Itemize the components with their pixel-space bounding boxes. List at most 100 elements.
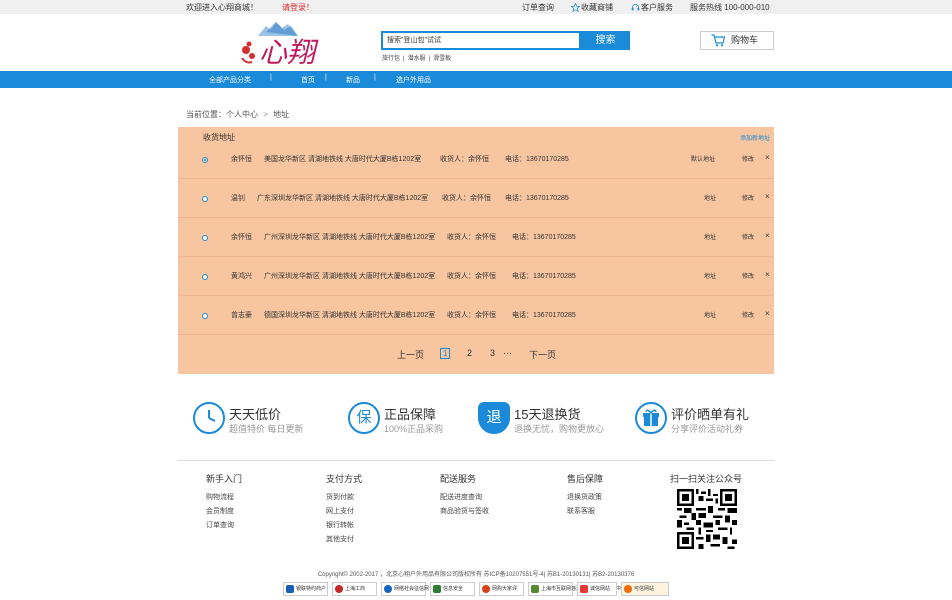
hot-keyword[interactable]: 滑雪板 [433, 56, 451, 62]
login-link[interactable]: 请登录！ [282, 2, 314, 13]
service-subtitle: 超值特价 每日更新 [229, 424, 304, 434]
delete-address-icon[interactable]: × [765, 192, 770, 201]
order-query-link[interactable]: 订单查询 [522, 2, 554, 13]
address-radio[interactable] [202, 157, 208, 163]
footer-link[interactable]: 配送进度查询 [440, 491, 489, 505]
address-type[interactable]: 地址 [704, 193, 716, 202]
footer-link[interactable]: 购物流程 [206, 491, 242, 505]
address-type[interactable]: 默认地址 [691, 154, 715, 163]
address-radio[interactable] [202, 313, 208, 319]
address-phone: 电话：13670170285 [505, 195, 569, 202]
footer-link[interactable]: 退换货政策 [567, 491, 603, 505]
report-icon [531, 585, 539, 593]
address-receiver: 收货人：余怀恒 [442, 195, 491, 202]
headset-icon [631, 4, 640, 11]
footer-col-title: 配送服务 [440, 474, 477, 484]
footer-link[interactable]: 联系客服 [567, 505, 603, 519]
address-radio[interactable] [202, 235, 208, 241]
badge-label: 可信网站 [634, 586, 655, 592]
address-detail: 广州深圳龙华新区 清湖地铁线 大唐时代大厦B栋1202室 [264, 234, 436, 241]
badge-unionpay[interactable]: 银联特约商户 [283, 582, 328, 596]
footer-divider [178, 460, 774, 461]
address-radio[interactable] [202, 274, 208, 280]
pagination: 上一页 1 2 3 ··· 下一页 [178, 348, 774, 360]
cart-button[interactable]: 购物车 [700, 31, 774, 50]
address-detail: 广州深圳龙华新区 清湖地铁线 大唐时代大厦B栋1202室 [264, 273, 436, 280]
address-phone: 电话：13670170285 [512, 234, 576, 241]
edit-address-link[interactable]: 修改 [742, 154, 754, 163]
breadcrumb-label[interactable]: 当前位置：个人中心 [186, 110, 258, 119]
favorite-link[interactable]: 收藏商铺 [571, 2, 613, 13]
prev-page-button[interactable]: 上一页 [397, 348, 424, 361]
logo-text: 心翔 [259, 36, 319, 69]
footer-link[interactable]: 商品验货与签收 [440, 505, 489, 519]
address-type[interactable]: 地址 [704, 271, 716, 280]
copyright-text: Copyright© 2002-2017 ，北京心翔户外用品有限公司版权所有 苏… [317, 572, 635, 578]
footer-col-title: 售后保障 [567, 474, 604, 484]
footer-col-title: 支付方式 [326, 474, 363, 484]
delete-address-icon[interactable]: × [765, 309, 770, 318]
edit-address-link[interactable]: 修改 [742, 310, 754, 319]
welcome-text: 欢迎进入心翔商城！ [186, 3, 258, 12]
nav-all-categories[interactable]: 全部产品分类 [209, 75, 251, 85]
search-input[interactable]: 搜索"登山包"试试 [381, 31, 581, 50]
return-icon: 退 [478, 402, 510, 434]
address-receiver: 收货人：余怀恒 [447, 234, 496, 241]
search-button[interactable]: 搜索 [581, 31, 630, 50]
footer-link[interactable]: 货到付款 [326, 491, 362, 505]
cart-label: 购物车 [731, 35, 759, 45]
address-type[interactable]: 地址 [704, 310, 716, 319]
badge-label: 网络社会征信网 [394, 586, 430, 592]
delete-address-icon[interactable]: × [765, 270, 770, 279]
badge-report-center[interactable]: 上海市互联网违法和不良信息举报中心 [528, 582, 626, 596]
service-title: 天天低价 [229, 407, 282, 422]
star-icon [571, 3, 580, 12]
footer-link[interactable]: 网上支付 [326, 505, 362, 519]
address-detail: 美国龙华新区 清湖地铁线 大唐时代大厦B栋1202室 [264, 156, 422, 163]
address-row: 余怀恒 美国龙华新区 清湖地铁线 大唐时代大厦B栋1202室 收货人：余怀恒 电… [178, 140, 774, 179]
nav-home[interactable]: 首页 [301, 75, 315, 85]
page-number-current[interactable]: 1 [440, 348, 451, 359]
page-number[interactable]: 3 [490, 348, 495, 358]
footer-link[interactable]: 会员制度 [206, 505, 242, 519]
nav-outdoor[interactable]: 选户外用品 [396, 75, 431, 85]
hot-keyword[interactable]: 潜水服 [408, 56, 426, 62]
address-name: 黄鸿兴 [231, 273, 252, 280]
footer-link[interactable]: 订单查询 [206, 519, 242, 533]
footer-col-payment: 支付方式 货到付款 网上支付 银行转帐 其他支付 [326, 472, 362, 547]
service-subtitle: 退换无忧，购物更放心 [514, 424, 605, 434]
service-title: 正品保障 [384, 407, 437, 422]
address-type[interactable]: 地址 [704, 232, 716, 241]
breadcrumb: 当前位置：个人中心 > 地址 [186, 109, 289, 120]
delete-address-icon[interactable]: × [765, 231, 770, 240]
trusted-icon [624, 585, 632, 593]
badge-credit[interactable]: 网络社会征信网 [381, 582, 430, 596]
next-page-button[interactable]: 下一页 [529, 348, 556, 361]
edit-address-link[interactable]: 修改 [742, 193, 754, 202]
footer-link[interactable]: 银行转帐 [326, 519, 362, 533]
qr-code-icon [677, 489, 737, 549]
address-radio[interactable] [202, 196, 208, 202]
badge-review[interactable]: 网购大家评 [479, 582, 524, 596]
guarantee-icon: 保 [348, 402, 380, 434]
footer-link[interactable]: 其他支付 [326, 533, 362, 547]
qr-title: 扫一扫关注公众号 [670, 474, 743, 484]
page-number[interactable]: 2 [467, 348, 472, 358]
nav-new[interactable]: 新品 [346, 75, 360, 85]
address-phone: 电话：13670170285 [505, 156, 569, 163]
service-subtitle: 分享评价活动礼券 [671, 424, 744, 434]
hot-keyword[interactable]: 旅行包 [382, 56, 400, 62]
service-link[interactable]: 客户服务 [631, 2, 673, 13]
badge-honest-site[interactable]: 诚信网站 [577, 582, 617, 596]
badge-security[interactable]: 信息安全 [430, 582, 475, 596]
address-row: 曾志豪 德国深圳龙华新区 清湖地铁线 大唐时代大厦B栋1202室 收货人：余怀恒… [178, 296, 774, 335]
address-detail: 德国深圳龙华新区 清湖地铁线 大唐时代大厦B栋1202室 [264, 312, 436, 319]
site-logo[interactable]: 心翔 [236, 18, 326, 70]
delete-address-icon[interactable]: × [765, 153, 770, 162]
address-row: 余怀恒 广州深圳龙华新区 清湖地铁线 大唐时代大厦B栋1202室 收货人：余怀恒… [178, 218, 774, 257]
badge-trusted-site[interactable]: 可信网站 [621, 582, 669, 596]
badge-shanghai-aic[interactable]: 上海工商 [332, 582, 377, 596]
edit-address-link[interactable]: 修改 [742, 271, 754, 280]
edit-address-link[interactable]: 修改 [742, 232, 754, 241]
address-receiver: 收货人：余怀恒 [447, 273, 496, 280]
